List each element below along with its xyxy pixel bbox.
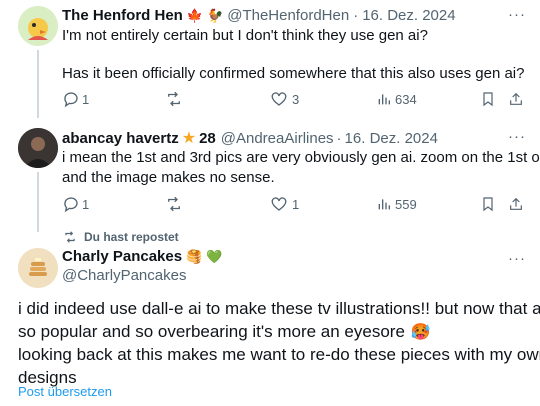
handle[interactable]: @TheHenfordHen	[227, 7, 349, 24]
name-badge-number: 28	[199, 129, 216, 147]
bookmark-button[interactable]	[480, 90, 496, 108]
pancake-icon: 🥞	[186, 248, 203, 264]
bookmark-icon	[483, 197, 493, 212]
like-count: 3	[292, 91, 300, 107]
thread-line	[37, 172, 39, 232]
avatar[interactable]	[18, 248, 58, 288]
like-count: 1	[292, 196, 300, 212]
thread-line	[37, 50, 39, 118]
translate-post-link[interactable]: Post übersetzen	[18, 384, 112, 399]
views-button[interactable]: 634	[376, 90, 417, 108]
separator-dot: ·	[336, 129, 342, 147]
views-button[interactable]: 559	[376, 195, 417, 213]
views-count: 634	[395, 91, 417, 107]
repost-button[interactable]	[164, 90, 184, 108]
author-name-row: Charly Pancakes 🥞 💚	[62, 248, 222, 265]
tweet-header: abancay havertz ★ 28 @AndreaAirlines · 1…	[62, 128, 438, 148]
share-button[interactable]	[508, 195, 524, 213]
reply-icon	[64, 92, 78, 108]
like-button[interactable]: 3	[270, 90, 299, 108]
display-name[interactable]: Charly Pancakes	[62, 248, 182, 265]
more-options-icon[interactable]: ···	[508, 6, 526, 23]
reply-button[interactable]: 1	[62, 90, 89, 108]
post-text-line: so popular and so overbearing it's more …	[18, 322, 405, 341]
maple-leaf-icon: 🍁	[186, 7, 204, 23]
bookmark-button[interactable]	[480, 195, 496, 213]
repost-indicator: Du hast repostet	[62, 230, 179, 244]
tweet-text-line: i mean the 1st and 3rd pics are very obv…	[62, 149, 540, 166]
repost-icon	[65, 231, 75, 243]
display-name[interactable]: abancay havertz	[62, 130, 179, 147]
tweet-text-line: Has it been officially confirmed somewhe…	[62, 65, 525, 82]
avatar[interactable]	[18, 128, 58, 168]
repost-label: Du hast repostet	[84, 230, 179, 244]
heart-icon	[271, 197, 287, 211]
star-icon: ★	[181, 130, 197, 147]
reply-button[interactable]: 1	[62, 195, 89, 213]
views-count: 559	[395, 196, 417, 212]
hot-face-emoji-icon: 🥵	[410, 324, 431, 341]
bookmark-icon	[483, 92, 493, 107]
tweet-text-line: I'm not entirely certain but I don't thi…	[62, 27, 428, 44]
post-text-line: i did indeed use dall-e ai to make these…	[18, 299, 540, 318]
reply-count: 1	[82, 196, 90, 212]
post-date[interactable]: 16. Dez. 2024	[345, 130, 438, 147]
tweet-header: The Henford Hen 🍁 🐓 @TheHenfordHen · 16.…	[62, 7, 456, 24]
more-options-icon[interactable]: ···	[508, 128, 526, 145]
heart-icon	[271, 92, 287, 106]
repost-icon	[168, 196, 180, 212]
more-options-icon[interactable]: ···	[508, 250, 526, 267]
green-heart-icon: 💚	[206, 248, 223, 264]
reply-count: 1	[82, 91, 90, 107]
post-text-line: looking back at this makes me want to re…	[18, 345, 540, 364]
share-icon	[510, 92, 522, 105]
like-button[interactable]: 1	[270, 195, 299, 213]
post-date[interactable]: 16. Dez. 2024	[362, 7, 455, 24]
chicken-icon: 🐓	[207, 7, 224, 23]
handle[interactable]: @CharlyPancakes	[62, 267, 186, 284]
avatar[interactable]	[18, 6, 58, 46]
display-name[interactable]: The Henford Hen	[62, 7, 183, 24]
tweet-text-line: and the image makes no sense.	[62, 169, 275, 186]
repost-button[interactable]	[164, 195, 184, 213]
handle[interactable]: @AndreaAirlines	[221, 130, 334, 147]
post-text-row: so popular and so overbearing it's more …	[18, 320, 431, 344]
separator-dot: ·	[353, 7, 359, 24]
share-icon	[510, 197, 522, 210]
views-icon	[378, 94, 390, 105]
views-icon	[378, 199, 390, 210]
reply-icon	[64, 197, 78, 213]
share-button[interactable]	[508, 90, 524, 108]
repost-icon	[168, 91, 180, 107]
